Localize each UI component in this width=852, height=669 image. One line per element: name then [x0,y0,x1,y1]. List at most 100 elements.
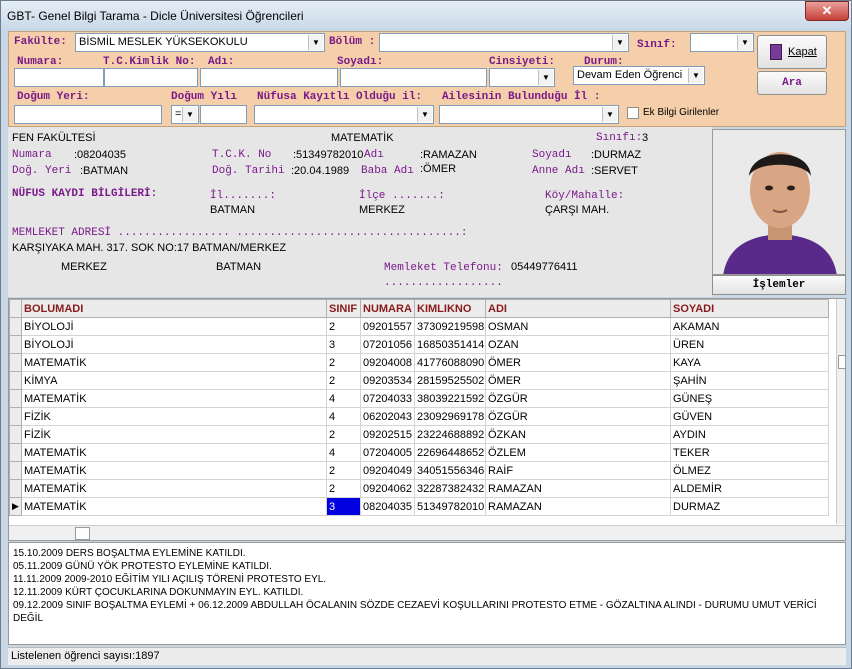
table-row[interactable]: FİZİK 2 09202515 23224688892 ÖZKAN AYDIN [9,425,829,444]
table-cell[interactable]: 09204049 [360,461,415,480]
table-cell[interactable]: 07201056 [360,335,415,354]
table-cell[interactable]: 2 [326,425,361,444]
col-adi[interactable]: ADI [485,299,671,318]
fakulte-select[interactable]: BİSMİL MESLEK YÜKSEKOKULU ▼ [75,33,325,52]
table-cell[interactable]: 23224688892 [414,425,486,444]
table-cell[interactable]: 09204062 [360,479,415,498]
aile-il-select[interactable]: ▼ [439,105,619,124]
table-cell[interactable]: ÖZKAN [485,425,671,444]
nufus-il-select[interactable]: ▼ [254,105,434,124]
table-row[interactable]: BİYOLOJİ 2 09201557 37309219598 OSMAN AKAMAN [9,317,829,336]
islemler-button[interactable]: İşlemler [712,275,846,295]
adi-input[interactable] [200,68,338,87]
table-cell[interactable]: 09202515 [360,425,415,444]
table-cell[interactable]: TEKER [670,443,829,462]
table-cell[interactable]: 09201557 [360,317,415,336]
table-row[interactable]: BİYOLOJİ 3 07201056 16850351414 OZAN ÜREN [9,335,829,354]
table-cell[interactable]: 4 [326,407,361,426]
table-row[interactable]: MATEMATİK 4 07204005 22696448652 ÖZLEM TEKER [9,443,829,462]
table-cell[interactable]: OSMAN [485,317,671,336]
numara-input[interactable] [14,68,104,87]
table-cell[interactable]: DURMAZ [670,497,829,516]
table-cell[interactable]: 09203534 [360,371,415,390]
horizontal-scroll-thumb[interactable] [75,527,90,540]
table-cell[interactable]: 2 [326,461,361,480]
table-cell[interactable]: FİZİK [21,407,327,426]
table-cell[interactable]: RAİF [485,461,671,480]
table-cell[interactable]: 3 [326,335,361,354]
table-cell[interactable]: ÖZLEM [485,443,671,462]
table-cell[interactable]: 37309219598 [414,317,486,336]
row-header[interactable] [9,443,22,462]
table-cell[interactable]: 34051556346 [414,461,486,480]
col-kimlikno[interactable]: KIMLIKNO [414,299,486,318]
cinsiyet-select[interactable]: ▼ [489,68,555,87]
table-cell[interactable]: ŞAHİN [670,371,829,390]
window-close-button[interactable]: ✕ [805,1,849,21]
vertical-scrollbar[interactable] [836,299,845,524]
row-header[interactable] [9,425,22,444]
table-cell[interactable]: AKAMAN [670,317,829,336]
table-cell[interactable]: MATEMATİK [21,479,327,498]
table-row[interactable]: MATEMATİK 4 07204033 38039221592 ÖZGÜR GÜNEŞ [9,389,829,408]
table-cell[interactable]: 41776088090 [414,353,486,372]
table-row[interactable]: KİMYA 2 09203534 28159525502 ÖMER ŞAHİN [9,371,829,390]
table-cell[interactable]: 4 [326,389,361,408]
table-cell[interactable]: KAYA [670,353,829,372]
table-cell[interactable]: 32287382432 [414,479,486,498]
col-numara[interactable]: NUMARA [360,299,415,318]
col-soyadi[interactable]: SOYADI [670,299,829,318]
table-cell[interactable]: 07204005 [360,443,415,462]
table-cell[interactable]: 22696448652 [414,443,486,462]
table-cell[interactable]: MATEMATİK [21,497,327,516]
current-row-indicator[interactable]: ▶ [9,497,22,516]
ek-bilgi-checkbox[interactable] [627,107,639,119]
table-cell[interactable]: ÖZGÜR [485,389,671,408]
table-cell[interactable]: 2 [326,479,361,498]
table-cell[interactable]: ÜREN [670,335,829,354]
dogum-yili-operator-select[interactable]: = ▼ [171,105,199,124]
table-cell[interactable]: ALDEMİR [670,479,829,498]
sinif-select[interactable]: ▼ [690,33,754,52]
table-cell[interactable]: 2 [326,371,361,390]
table-cell[interactable]: BİYOLOJİ [21,335,327,354]
row-header[interactable] [9,461,22,480]
row-header[interactable] [9,479,22,498]
notes-panel[interactable]: 15.10.2009 DERS BOŞALTMA EYLEMİNE KATILD… [8,542,846,645]
table-cell[interactable]: 38039221592 [414,389,486,408]
table-cell[interactable]: FİZİK [21,425,327,444]
dogum-yili-input[interactable] [200,105,247,124]
table-cell[interactable]: BİYOLOJİ [21,317,327,336]
table-row[interactable]: MATEMATİK 2 09204049 34051556346 RAİF ÖLMEZ [9,461,829,480]
table-cell[interactable]: 16850351414 [414,335,486,354]
durum-select[interactable]: Devam Eden Öğrenci ▼ [573,66,705,85]
row-header[interactable] [9,353,22,372]
table-cell[interactable]: 3 [326,497,361,516]
tc-input[interactable] [104,68,198,87]
table-cell[interactable]: RAMAZAN [485,497,671,516]
table-row[interactable]: ▶ MATEMATİK 3 08204035 51349782010 RAMAZAN DUR… [9,497,829,516]
horizontal-scrollbar[interactable] [9,525,845,540]
table-cell[interactable]: 06202043 [360,407,415,426]
table-cell[interactable]: ÖMER [485,353,671,372]
table-cell[interactable]: AYDIN [670,425,829,444]
table-cell[interactable]: 2 [326,317,361,336]
table-cell[interactable]: MATEMATİK [21,353,327,372]
table-cell[interactable]: 4 [326,443,361,462]
table-cell[interactable]: MATEMATİK [21,389,327,408]
row-header[interactable] [9,407,22,426]
table-cell[interactable]: ÖZGÜR [485,407,671,426]
table-cell[interactable]: OZAN [485,335,671,354]
col-bolumadi[interactable]: BOLUMADI [21,299,327,318]
col-sinif[interactable]: SINIF [326,299,361,318]
ara-button[interactable]: Ara [757,71,827,95]
table-cell[interactable]: 07204033 [360,389,415,408]
table-cell[interactable]: 2 [326,353,361,372]
table-cell[interactable]: MATEMATİK [21,461,327,480]
row-header[interactable] [9,389,22,408]
table-cell[interactable]: ÖLMEZ [670,461,829,480]
row-header[interactable] [9,371,22,390]
table-cell[interactable]: GÜVEN [670,407,829,426]
table-cell[interactable]: MATEMATİK [21,443,327,462]
table-cell[interactable]: GÜNEŞ [670,389,829,408]
